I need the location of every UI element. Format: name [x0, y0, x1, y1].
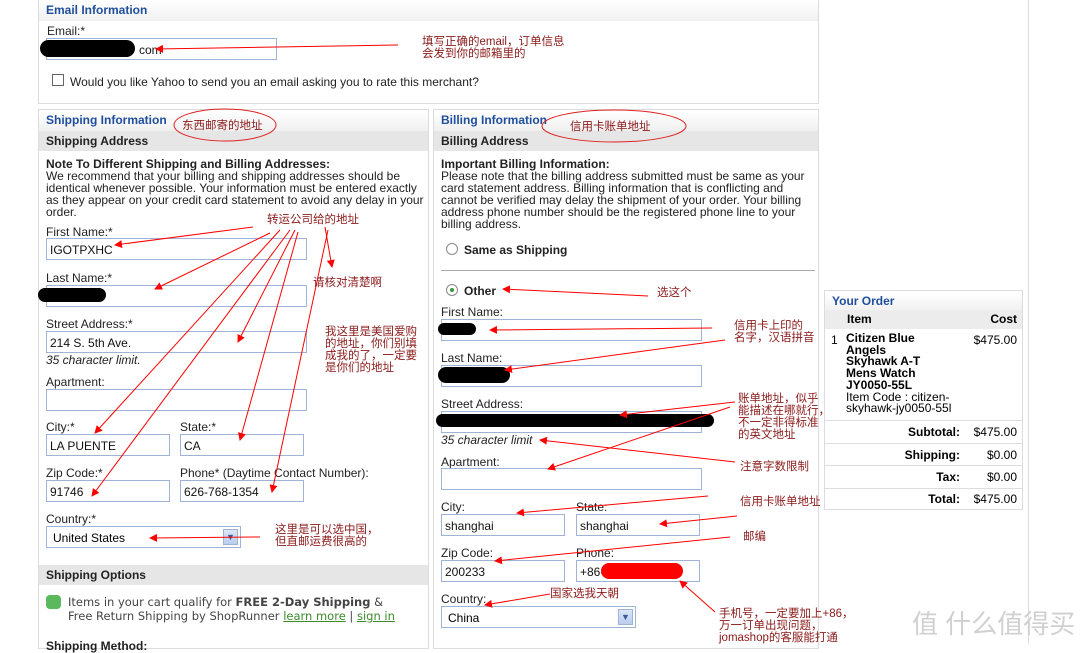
annotation-bill-address: 账单地址，似乎 能描述在哪就行， 不一定非得标准 的英文地址 — [738, 393, 830, 441]
annotation-line: 不一定非得标准 — [738, 417, 819, 429]
annotation-line: 我这里是美国爱购 — [325, 326, 417, 338]
annotation-line: 填写正确的email，订单信息 — [422, 36, 565, 48]
annotation-bill-circle: 信用卡账单地址 — [570, 121, 651, 133]
annotation-line: 成我的了，一定要 — [325, 350, 417, 362]
annotation-check: 请核对清楚啊 — [313, 277, 382, 289]
annotation-card-bill: 信用卡账单地址 — [740, 496, 821, 508]
annotation-email: 填写正确的email，订单信息 会发到你的邮箱里的 — [422, 36, 564, 60]
annotation-zip: 邮编 — [743, 531, 766, 543]
annotation-line: 的地址，你们别填 — [325, 338, 417, 350]
annotation-line: 信用卡上印的 — [734, 320, 803, 332]
annotation-card-name: 信用卡上印的 名字，汉语拼音 — [734, 320, 815, 344]
annotation-country: 这里是可以选中国， 但直邮运费很高的 — [275, 524, 379, 548]
annotation-limit: 注意字数限制 — [740, 461, 809, 473]
annotation-phone: 手机号，一定要加上+86， 万一订单出现问题， jomashop的客服能打通 — [719, 608, 854, 644]
annotation-line: 万一订单出现问题， — [719, 620, 823, 632]
annotation-line: 但直邮运费很高的 — [275, 536, 367, 548]
annotation-line: 手机号，一定要加上+86， — [719, 608, 854, 620]
annotation-ship-circle: 东西邮寄的地址 — [182, 120, 263, 132]
annotation-choose: 选这个 — [657, 287, 692, 299]
annotation-line: 这里是可以选中国， — [275, 524, 379, 536]
annotation-line: jomashop的客服能打通 — [719, 632, 838, 644]
annotation-line: 是你们的地址 — [325, 362, 394, 374]
annotation-mine: 我这里是美国爱购 的地址，你们别填 成我的了，一定要 是你们的地址 — [325, 326, 417, 374]
annotation-forwarder: 转运公司给的地址 — [267, 214, 359, 226]
annotation-line: 会发到你的邮箱里的 — [422, 48, 526, 60]
watermark: 值 什么值得买 — [912, 609, 1076, 639]
annotation-line: 能描述在哪就行， — [738, 405, 830, 417]
annotation-arrows — [91, 44, 738, 613]
annotation-country-pick: 国家选我天朝 — [550, 588, 619, 600]
annotation-line: 账单地址，似乎 — [738, 393, 819, 405]
annotation-line: 名字，汉语拼音 — [734, 332, 815, 344]
annotation-line: 的英文地址 — [738, 429, 796, 441]
